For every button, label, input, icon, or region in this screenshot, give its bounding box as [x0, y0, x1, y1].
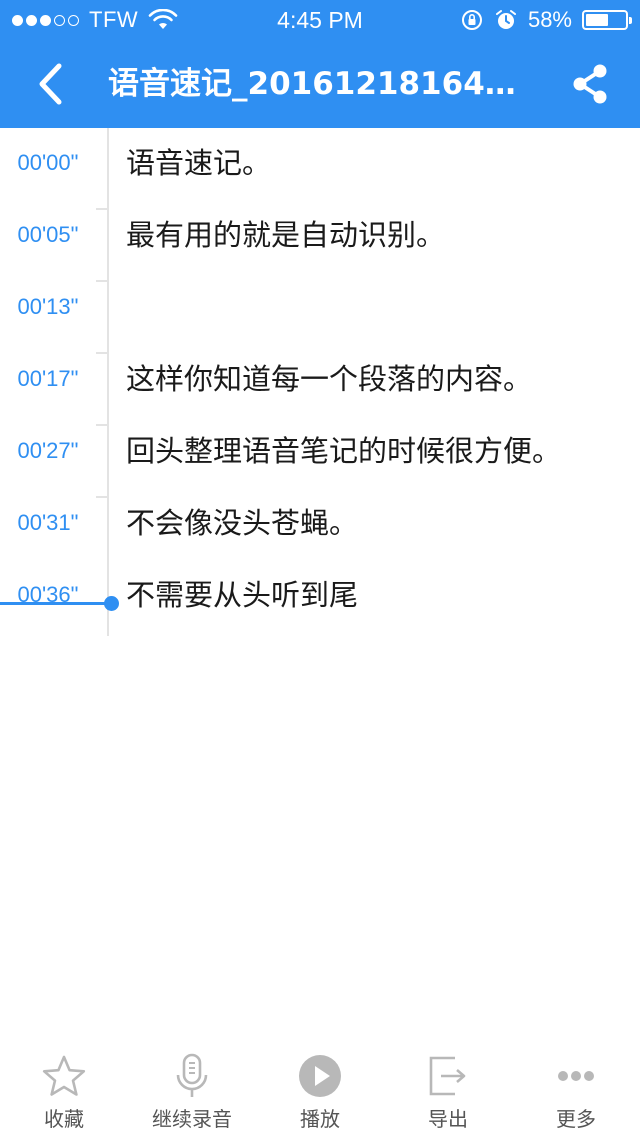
transcript-text: 语音速记。: [126, 146, 272, 180]
play-icon: [299, 1055, 341, 1097]
timestamp: 00'05": [17, 222, 79, 247]
status-right: 58%: [460, 0, 632, 40]
page-title: 语音速记_201612181641...: [108, 66, 528, 102]
export-label: 导出: [428, 1107, 468, 1131]
transcript-row[interactable]: 00'00" 语音速记。: [0, 138, 640, 188]
more-button[interactable]: 更多: [512, 1040, 640, 1136]
transcript-list: 00'00" 语音速记。 00'05" 最有用的就是自动识别。 00'13" 0…: [0, 128, 640, 638]
continue-record-button[interactable]: 继续录音: [128, 1040, 256, 1136]
battery-fill: [586, 14, 608, 26]
battery-icon: [582, 10, 632, 30]
timestamp: 00'17": [17, 366, 79, 391]
timestamp: 00'13": [17, 294, 79, 319]
alarm-icon: [495, 10, 516, 29]
export-icon: [429, 1056, 466, 1096]
transcript-row[interactable]: 00'31" 不会像没头苍蝇。: [0, 498, 640, 548]
transcript-text: 最有用的就是自动识别。: [126, 218, 446, 252]
transcript-text: 不需要从头听到尾: [126, 578, 359, 612]
status-bar: TFW 4:45 PM 58%: [0, 0, 640, 40]
playback-progress-knob[interactable]: [104, 596, 119, 611]
header: TFW 4:45 PM 58% 语音速记_201612181641...: [0, 0, 640, 128]
timestamp: 00'27": [17, 438, 79, 463]
play-label: 播放: [300, 1107, 340, 1131]
transcript-text: 不会像没头苍蝇。: [126, 506, 359, 540]
more-label: 更多: [556, 1107, 596, 1131]
transcript-text: 回头整理语音笔记的时候很方便。: [126, 434, 562, 468]
share-button[interactable]: [566, 60, 614, 108]
back-button[interactable]: [22, 58, 78, 110]
transcript-row[interactable]: 00'05" 最有用的就是自动识别。: [0, 210, 640, 260]
star-icon: [42, 1055, 86, 1096]
transcript-row[interactable]: 00'13": [0, 282, 640, 332]
more-dots-icon: [558, 1071, 594, 1081]
orientation-lock-icon: [461, 10, 482, 30]
favorite-button[interactable]: 收藏: [0, 1040, 128, 1136]
transcript-row[interactable]: 00'36" 不需要从头听到尾: [0, 570, 640, 620]
timestamp: 00'00": [17, 150, 79, 175]
transcript-text: 这样你知道每一个段落的内容。: [126, 362, 533, 396]
transcript-row[interactable]: 00'17" 这样你知道每一个段落的内容。: [0, 354, 640, 404]
chevron-left-icon: [39, 63, 62, 105]
export-button[interactable]: 导出: [384, 1040, 512, 1136]
continue-record-label: 继续录音: [152, 1107, 232, 1131]
favorite-label: 收藏: [44, 1107, 84, 1131]
timestamp: 00'36": [17, 582, 79, 607]
timestamp: 00'31": [17, 510, 79, 535]
battery-percent: 58%: [527, 7, 572, 32]
play-button[interactable]: 播放: [256, 1040, 384, 1136]
share-icon: [573, 64, 607, 104]
app-screen: TFW 4:45 PM 58% 语音速记_201612181641... 00'…: [0, 0, 640, 1136]
transcript-row[interactable]: 00'27" 回头整理语音笔记的时候很方便。: [0, 426, 640, 476]
playback-progress-line: [0, 602, 112, 605]
nav-bar: 语音速记_201612181641...: [0, 40, 640, 128]
bottom-toolbar: 收藏 继续录音 播放 导出 更多: [0, 1040, 640, 1136]
microphone-icon: [176, 1053, 208, 1097]
